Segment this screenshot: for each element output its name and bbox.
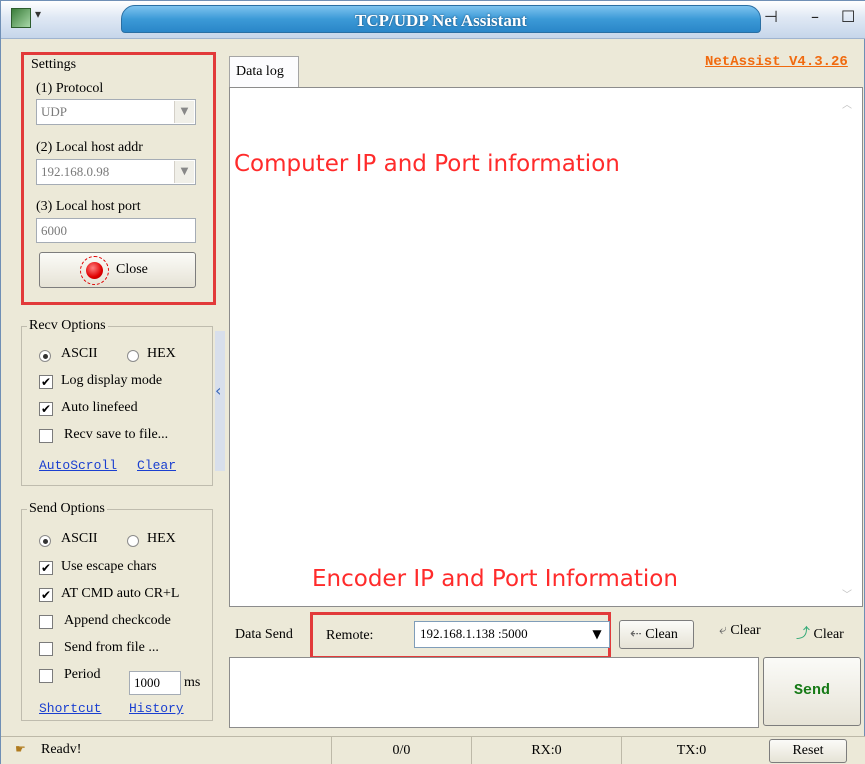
local-addr-label: (2) Local host addr: [36, 140, 143, 155]
recv-ascii-label: ASCII: [61, 346, 98, 361]
local-port-input[interactable]: 6000: [36, 218, 196, 243]
pin-icon[interactable]: ⊣: [764, 7, 778, 26]
recv-hex-label: HEX: [147, 346, 176, 361]
autoscroll-link[interactable]: AutoScroll: [39, 458, 117, 473]
chevron-left-icon[interactable]: ‹: [215, 381, 221, 400]
scroll-down-icon[interactable]: ﹀: [842, 586, 852, 601]
period-value: 1000: [134, 675, 160, 690]
auto-linefeed-label: Auto linefeed: [61, 400, 138, 415]
protocol-select[interactable]: UDP ▼: [36, 99, 196, 125]
tab-data-log-label: Data log: [236, 64, 284, 79]
arrow-left-icon: ⇠: [630, 627, 642, 642]
arrow-up-icon: ⤴: [796, 627, 810, 642]
clean-label-text: Clean: [645, 627, 678, 642]
period-input[interactable]: 1000: [129, 671, 181, 695]
remote-value: 192.168.1.138 :5000: [420, 626, 528, 641]
send-text-input[interactable]: [229, 657, 759, 728]
send-from-file-label: Send from file ...: [64, 640, 159, 655]
recv-ascii-radio[interactable]: [39, 350, 51, 362]
escape-chars-checkbox[interactable]: ✔: [39, 561, 53, 575]
app-menu-chevron-icon[interactable]: ▾: [35, 7, 41, 22]
chevron-down-icon[interactable]: ▼: [587, 624, 607, 645]
close-button-label: Close: [116, 262, 148, 277]
hand-pointer-icon: ☛: [15, 742, 26, 756]
log-display-checkbox[interactable]: ✔: [39, 375, 53, 389]
chevron-down-icon[interactable]: ▼: [174, 101, 194, 123]
status-tx: TX:0: [621, 737, 761, 764]
protocol-value: UDP: [41, 104, 68, 119]
red-led-icon: [86, 262, 103, 279]
scroll-up-icon[interactable]: ︿: [842, 96, 852, 111]
send-button[interactable]: Send: [763, 657, 861, 726]
tab-data-log[interactable]: Data log: [229, 56, 299, 88]
close-button[interactable]: Close: [39, 252, 196, 288]
recv-options-legend: Recv Options: [27, 318, 108, 334]
recv-save-label: Recv save to file...: [64, 427, 169, 442]
window-title: TCP/UDP Net Assistant: [355, 11, 527, 30]
period-checkbox[interactable]: [39, 669, 53, 683]
minimize-icon[interactable]: –: [811, 7, 819, 26]
clean-button[interactable]: ⇠ Clean: [619, 620, 694, 649]
local-port-label: (3) Local host port: [36, 199, 141, 214]
data-send-label: Data Send: [235, 627, 293, 642]
send-hex-radio[interactable]: [127, 535, 139, 547]
recv-clear-link[interactable]: Clear: [137, 458, 176, 473]
history-link[interactable]: History: [129, 701, 184, 716]
status-bar: 0/0 RX:0 TX:0: [1, 736, 865, 764]
clean-button-label: ⇠ Clean: [630, 626, 678, 643]
log-display-label: Log display mode: [61, 373, 163, 388]
period-label: Period: [64, 667, 101, 682]
version-link[interactable]: NetAssist V4.3.26: [705, 54, 848, 70]
escape-chars-label: Use escape chars: [61, 559, 157, 574]
arrow-down-icon: ⤶: [719, 623, 727, 638]
status-ready: Readv!: [41, 742, 82, 757]
recv-save-checkbox[interactable]: [39, 429, 53, 443]
settings-legend: Settings: [31, 57, 77, 72]
at-cmd-label: AT CMD auto CR+L: [61, 586, 180, 601]
recv-hex-radio[interactable]: [127, 350, 139, 362]
send-hex-label: HEX: [147, 531, 176, 546]
clear-sent-label: Clear: [730, 623, 761, 638]
protocol-label: (1) Protocol: [36, 81, 104, 96]
reset-button[interactable]: Reset: [769, 739, 847, 763]
shortcut-link[interactable]: Shortcut: [39, 701, 101, 716]
clear-sent-button[interactable]: ⤶ Clear: [719, 623, 761, 639]
status-rx: RX:0: [471, 737, 621, 764]
status-count: 0/0: [331, 737, 471, 764]
at-cmd-checkbox[interactable]: ✔: [39, 588, 53, 602]
clear-history-label: Clear: [813, 627, 844, 642]
title-bar[interactable]: ▾ TCP/UDP Net Assistant ⊣ – ☐: [1, 1, 865, 39]
send-button-label: Send: [793, 682, 830, 699]
reset-button-label: Reset: [792, 743, 824, 758]
close-icon[interactable]: ☐: [841, 7, 855, 26]
remote-label: Remote:: [326, 628, 374, 643]
annotation-encoder-ip: Encoder IP and Port Information: [312, 566, 678, 592]
send-ascii-label: ASCII: [61, 531, 98, 546]
append-checkcode-label: Append checkcode: [64, 613, 171, 628]
app-window: ▾ TCP/UDP Net Assistant ⊣ – ☐ Settings (…: [0, 0, 865, 764]
append-checkcode-checkbox[interactable]: [39, 615, 53, 629]
send-from-file-checkbox[interactable]: [39, 642, 53, 656]
app-icon[interactable]: [11, 8, 31, 28]
auto-linefeed-checkbox[interactable]: ✔: [39, 402, 53, 416]
clear-history-button[interactable]: ⤴ Clear: [796, 623, 844, 643]
send-options-legend: Send Options: [27, 501, 107, 517]
send-ascii-radio[interactable]: [39, 535, 51, 547]
panel-splitter[interactable]: ‹: [215, 331, 225, 471]
local-addr-value: 192.168.0.98: [41, 164, 110, 179]
period-unit: ms: [184, 675, 201, 690]
local-addr-select[interactable]: 192.168.0.98 ▼: [36, 159, 196, 185]
chevron-down-icon[interactable]: ▼: [174, 161, 194, 183]
remote-select[interactable]: 192.168.1.138 :5000 ▼: [414, 621, 610, 648]
title-pill: TCP/UDP Net Assistant: [121, 5, 761, 33]
annotation-computer-ip: Computer IP and Port information: [234, 151, 620, 177]
local-port-value: 6000: [41, 223, 67, 238]
